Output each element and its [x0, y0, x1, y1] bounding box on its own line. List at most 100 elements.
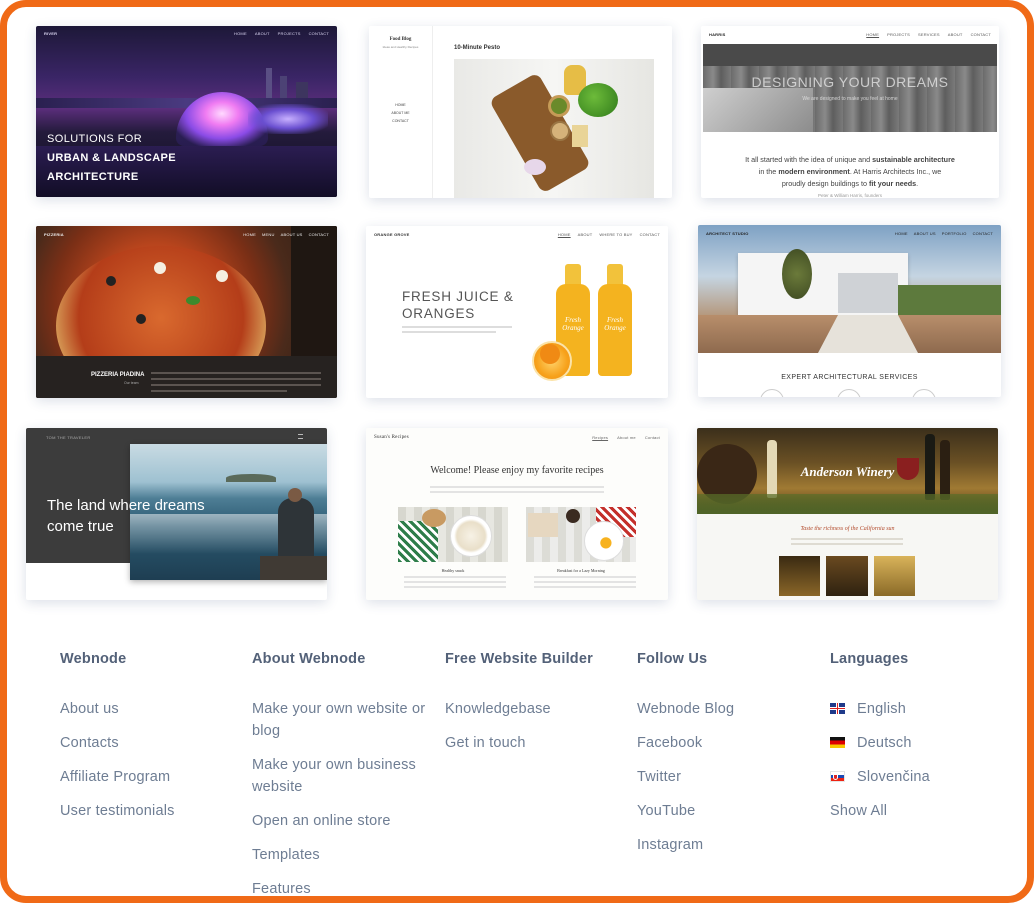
t1-nav-contact[interactable]: CONTACT [309, 31, 329, 36]
footer-link-features[interactable]: Features [252, 878, 437, 896]
t4-nav-about[interactable]: ABOUT US [281, 232, 303, 237]
t8-nav-about[interactable]: About me [617, 435, 636, 440]
language-option-slovencina[interactable]: Slovenčina [830, 766, 1010, 788]
t6-hero-image [698, 225, 1001, 353]
footer-link-online-store[interactable]: Open an online store [252, 810, 437, 832]
t6-nav-home[interactable]: HOME [895, 231, 908, 236]
t1-hero-line1: SOLUTIONS FOR [47, 133, 143, 145]
t1-brand: RIVER [44, 31, 58, 36]
t7-headline-line1: The land where dreams [47, 497, 205, 514]
t4-navbar: PIZZERIA HOME MENU ABOUT US CONTACT [36, 226, 337, 240]
t3-intro-line3-end: . [916, 179, 919, 188]
t3-intro-bold1: sustainable architecture [872, 155, 955, 164]
t2-nav-about[interactable]: ABOUT ME [369, 109, 432, 117]
language-option-deutsch[interactable]: Deutsch [830, 732, 1010, 754]
footer-link-get-in-touch[interactable]: Get in touch [445, 732, 625, 754]
t1-nav-home[interactable]: HOME [234, 31, 247, 36]
t1-hero-line2: URBAN & LANDSCAPE [47, 152, 177, 164]
t2-nav-contact[interactable]: CONTACT [369, 117, 432, 125]
uk-flag-icon [830, 703, 845, 714]
footer-col-follow-us: Follow Us Webnode Blog Facebook Twitter … [637, 635, 817, 868]
footer-link-knowledgebase[interactable]: Knowledgebase [445, 698, 625, 720]
t5-nav-where-to-buy[interactable]: WHERE TO BUY [599, 232, 632, 237]
t1-nav-about[interactable]: ABOUT [255, 31, 270, 36]
t6-nav-contact[interactable]: CONTACT [973, 231, 993, 236]
t6-nav-portfolio[interactable]: PORTFOLIO [942, 231, 967, 236]
t5-nav-home[interactable]: HOME [558, 232, 571, 237]
t8-nav-recipes[interactable]: Recipes [592, 435, 608, 440]
footer-link-about-us[interactable]: About us [60, 698, 240, 720]
t8-navbar: Susan's Recipes Recipes About me Contact [366, 428, 668, 446]
template-thumbnail-architect-studio[interactable]: ARCHITECT STUDIO HOME ABOUT US PORTFOLIO… [698, 225, 1001, 397]
t2-tagline: Ideas and Healthy Recipes [382, 45, 419, 49]
t8-brand: Susan's Recipes [374, 435, 409, 440]
footer-link-webnode-blog[interactable]: Webnode Blog [637, 698, 817, 720]
footer-link-templates[interactable]: Templates [252, 844, 437, 866]
t8-nav-contact[interactable]: Contact [645, 435, 660, 440]
language-option-english[interactable]: English [830, 698, 1010, 720]
t8-card1-image [398, 507, 508, 562]
t8-card-text [404, 576, 636, 588]
footer-link-instagram[interactable]: Instagram [637, 834, 817, 856]
garlic [524, 159, 546, 175]
t2-sidebar: Food Blog Ideas and Healthy Recipes HOME… [369, 26, 433, 198]
t1-hero-line3: ARCHITECTURE [47, 171, 139, 183]
t4-nav-menu[interactable]: MENU [262, 232, 275, 237]
t4-text-lines [151, 372, 321, 392]
t4-nav-home[interactable]: HOME [243, 232, 256, 237]
footer-link-twitter[interactable]: Twitter [637, 766, 817, 788]
slovakia-flag-icon [830, 771, 845, 782]
glowing-building-2 [248, 104, 328, 134]
t7-menu-icon[interactable] [298, 434, 303, 439]
t7-brand: TOM THE TRAVELER [46, 435, 91, 440]
t3-hero-title: DESIGNING YOUR DREAMS [751, 74, 949, 90]
t5-nav-about[interactable]: ABOUT [578, 232, 593, 237]
t3-intro-line3: proudly design buildings to [781, 179, 869, 188]
footer-link-affiliate-program[interactable]: Affiliate Program [60, 766, 240, 788]
template-thumbnail-susans-recipes[interactable]: Susan's Recipes Recipes About me Contact… [366, 428, 668, 600]
template-thumbnail-urban-architecture[interactable]: RIVER HOME ABOUT PROJECTS CONTACT SOLUTI… [36, 26, 337, 197]
footer-col-webnode-title: Webnode [60, 651, 127, 667]
languages-show-all-link[interactable]: Show All [830, 800, 1010, 822]
t3-navbar: HARRIS HOME PROJECTS SERVICES ABOUT CONT… [701, 26, 999, 42]
t3-nav-contact[interactable]: CONTACT [971, 32, 991, 37]
basil-leaves [578, 83, 618, 117]
germany-flag-icon [830, 737, 845, 748]
t3-intro-bold2: modern environment [778, 167, 850, 176]
t3-intro-bold3: fit your needs [868, 179, 917, 188]
t7-headline-line2: come true [47, 518, 114, 535]
t5-brand: ORANGE GROVE [374, 232, 410, 237]
template-thumbnail-food-blog[interactable]: Food Blog Ideas and Healthy Recipes HOME… [369, 26, 672, 198]
template-thumbnail-orange-grove[interactable]: ORANGE GROVE HOME ABOUT WHERE TO BUY CON… [366, 226, 668, 398]
t3-nav-projects[interactable]: PROJECTS [887, 32, 910, 37]
footer-col-about-webnode-title: About Webnode [252, 651, 366, 667]
footer-link-make-website-or-blog[interactable]: Make your own website or blog [252, 698, 437, 742]
footer-link-contacts[interactable]: Contacts [60, 732, 240, 754]
template-thumbnail-anderson-winery[interactable]: Anderson Winery Taste the richness of th… [697, 428, 998, 600]
t3-intro-line2-end: . At Harris Architects Inc., we [849, 167, 942, 176]
footer-link-facebook[interactable]: Facebook [637, 732, 817, 754]
t9-hero: Anderson Winery [697, 428, 998, 514]
t5-nav-contact[interactable]: CONTACT [640, 232, 660, 237]
t1-nav-projects[interactable]: PROJECTS [278, 31, 301, 36]
footer-link-user-testimonials[interactable]: User testimonials [60, 800, 240, 822]
template-thumbnail-pizzeria[interactable]: PIZZERIA HOME MENU ABOUT US CONTACT PIZZ… [36, 226, 337, 398]
t3-intro-line1: It all started with the idea of unique a… [745, 155, 873, 164]
t6-brand: ARCHITECT STUDIO [706, 231, 749, 236]
t4-nav-contact[interactable]: CONTACT [309, 232, 329, 237]
footer-link-youtube[interactable]: YouTube [637, 800, 817, 822]
city-skyline [36, 68, 337, 108]
t3-nav-services[interactable]: SERVICES [918, 32, 940, 37]
t3-brand: HARRIS [709, 32, 726, 37]
t8-intro-lines [430, 486, 604, 493]
template-thumbnail-traveler[interactable]: TOM THE TRAVELER The land where dreams c… [26, 428, 327, 600]
t4-brand: PIZZERIA [44, 232, 64, 237]
t5-heading-line1: FRESH JUICE & [402, 289, 514, 304]
template-thumbnail-harris-architects[interactable]: HARRIS HOME PROJECTS SERVICES ABOUT CONT… [701, 26, 999, 198]
t6-nav-about[interactable]: ABOUT US [914, 231, 936, 236]
nuts-bowl [550, 121, 570, 141]
t2-nav-home[interactable]: HOME [369, 101, 432, 109]
t3-nav-about[interactable]: ABOUT [948, 32, 963, 37]
footer-link-make-business-website[interactable]: Make your own business website [252, 754, 437, 798]
t3-nav-home[interactable]: HOME [866, 32, 879, 37]
